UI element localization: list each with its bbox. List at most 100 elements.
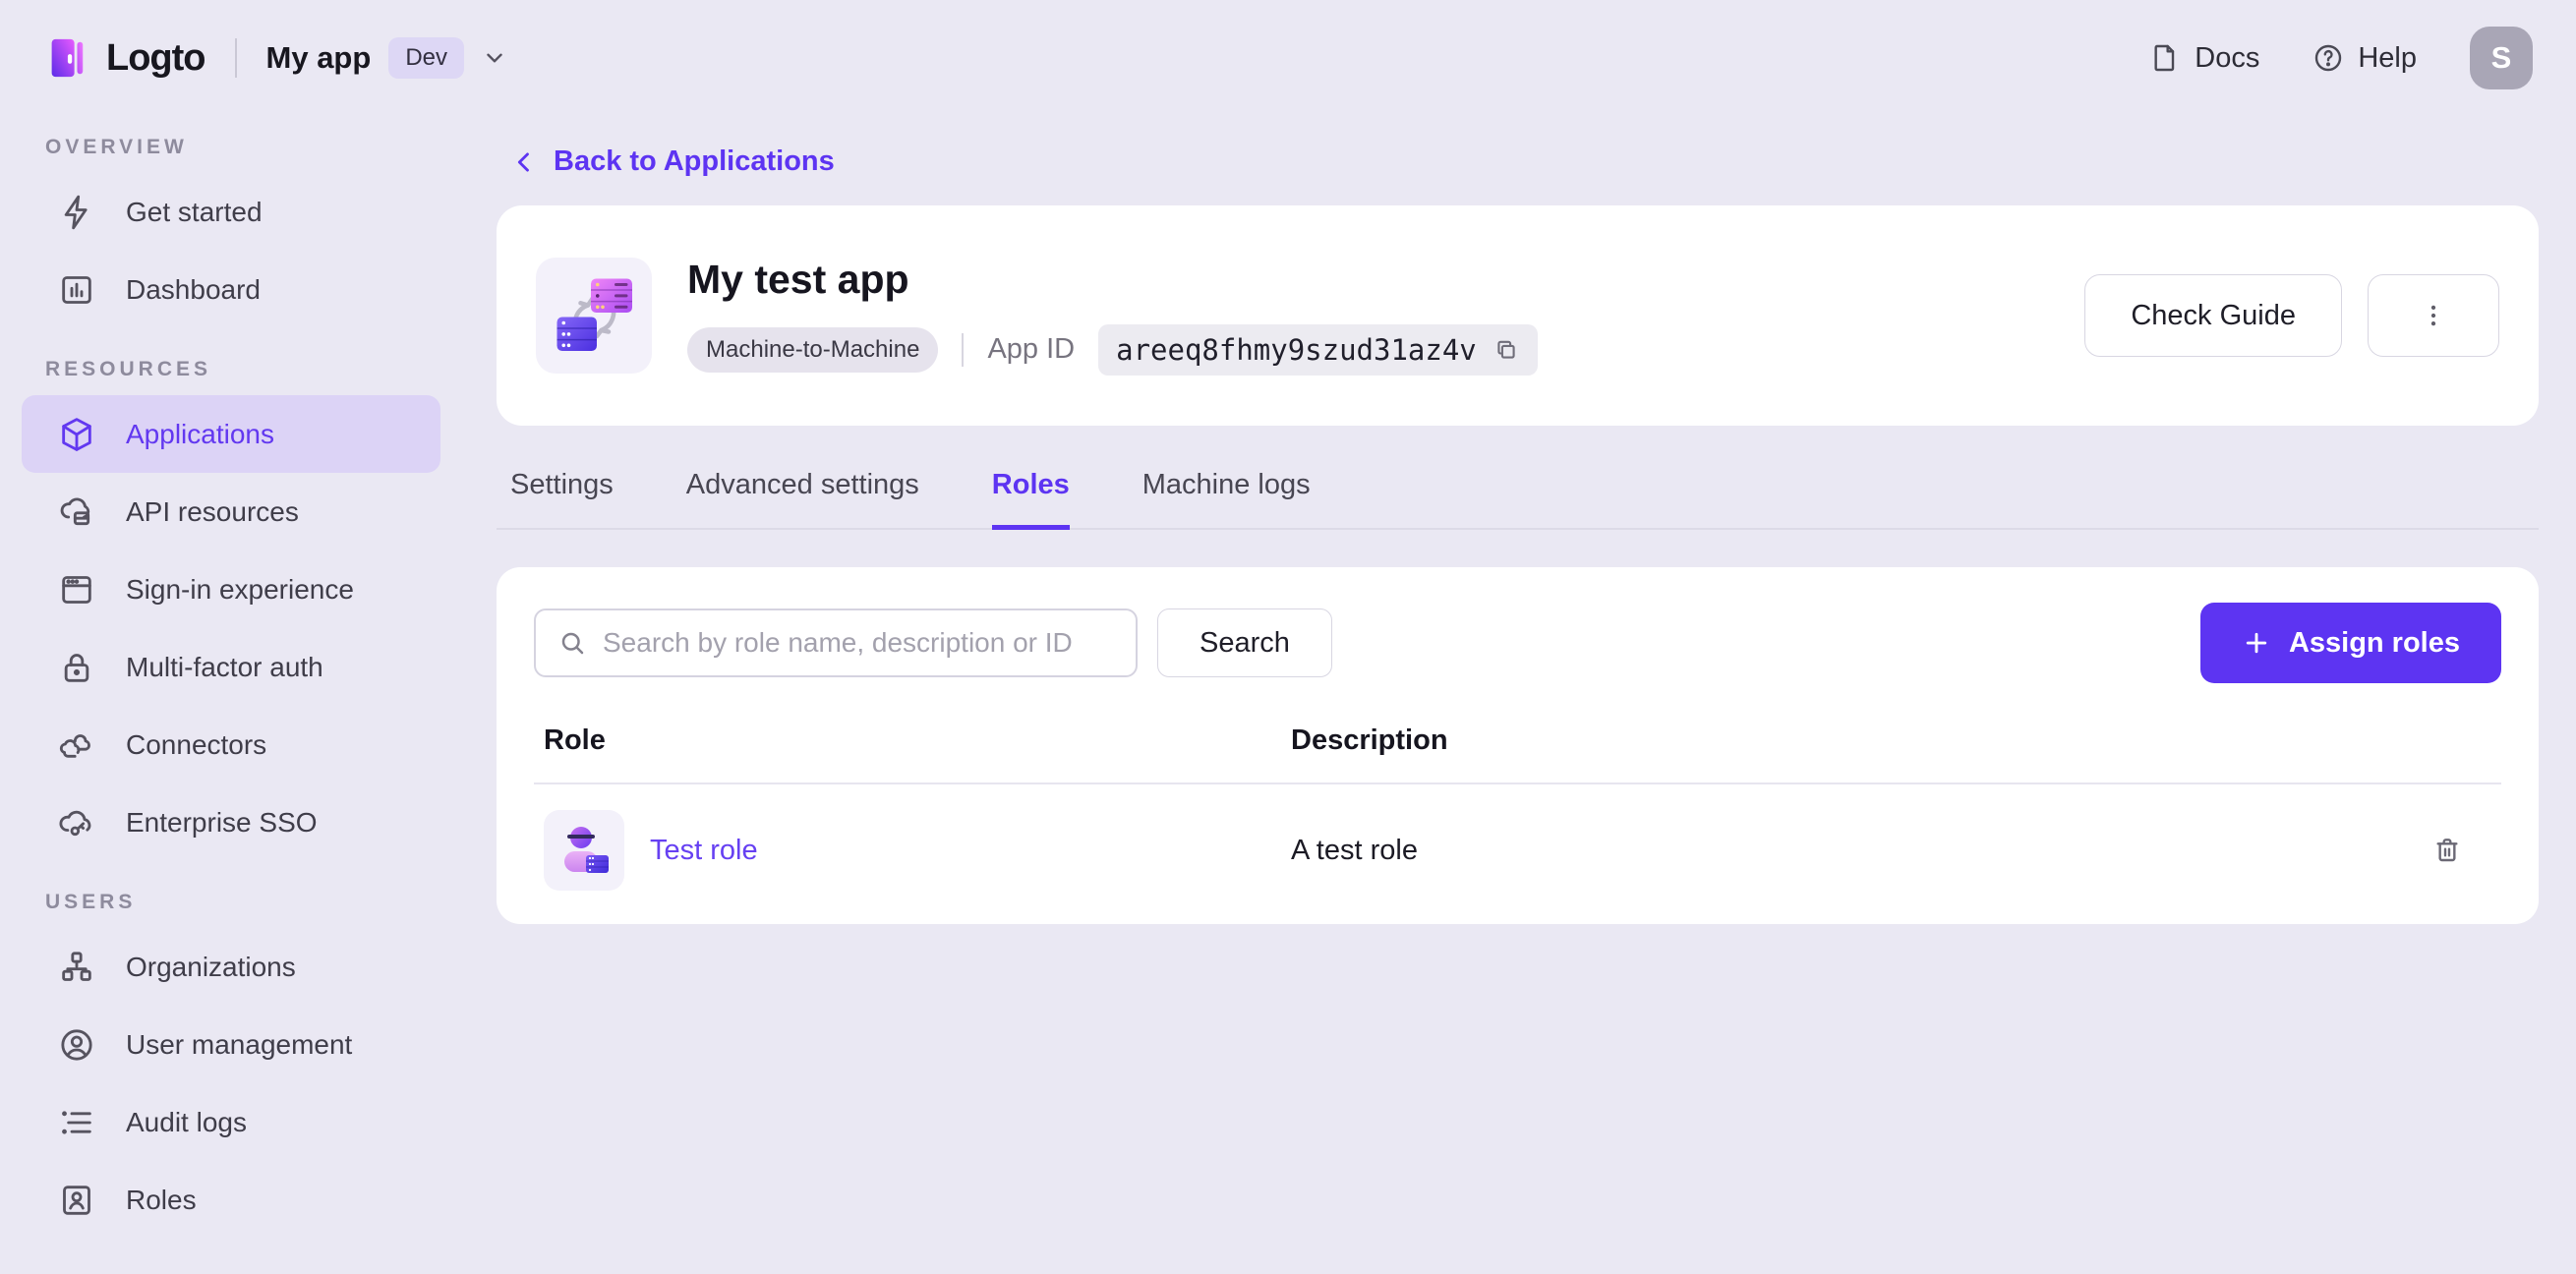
- sidebar-item-label: API resources: [126, 495, 299, 527]
- user-circle-icon: [57, 1025, 96, 1065]
- sidebar-item-user-management[interactable]: User management: [22, 1006, 440, 1083]
- logto-brand[interactable]: Logto: [43, 33, 206, 83]
- more-actions-button[interactable]: [2368, 274, 2499, 357]
- connectors-icon: [57, 725, 96, 765]
- env-badge: Dev: [388, 37, 464, 79]
- topbar: Logto My app Dev Docs Help S: [0, 0, 2576, 116]
- main-content: Back to Applications My test app Machine…: [462, 116, 2576, 1274]
- chevron-left-icon: [510, 148, 538, 176]
- sidebar-item-label: Enterprise SSO: [126, 806, 318, 838]
- kebab-icon: [2419, 301, 2448, 330]
- sidebar-item-label: Sign-in experience: [126, 573, 354, 605]
- app-info: My test app Machine-to-Machine App ID ar…: [687, 257, 1538, 376]
- table-row: Test role A test role: [534, 784, 2501, 891]
- app-header-card: My test app Machine-to-Machine App ID ar…: [497, 205, 2539, 426]
- cube-icon: [57, 415, 96, 454]
- browser-icon: [57, 570, 96, 609]
- list-icon: [57, 1103, 96, 1142]
- question-circle-icon: [2313, 42, 2344, 74]
- help-label: Help: [2358, 41, 2417, 74]
- roles-table: Role Description Test role A test role: [534, 724, 2501, 891]
- role-description: A test role: [1291, 834, 1418, 866]
- sidebar-item-roles[interactable]: Roles: [22, 1161, 440, 1239]
- docs-button[interactable]: Docs: [2149, 42, 2259, 75]
- app-id-chip[interactable]: areeq8fhmy9szud31az4v: [1098, 323, 1538, 376]
- sidebar-item-label: Connectors: [126, 728, 267, 760]
- sidebar-item-api-resources[interactable]: API resources: [22, 473, 440, 550]
- docs-label: Docs: [2195, 41, 2260, 74]
- search-button[interactable]: Search: [1157, 608, 1332, 677]
- sidebar-item-get-started[interactable]: Get started: [22, 173, 440, 251]
- assign-roles-label: Assign roles: [2288, 626, 2460, 659]
- lock-icon: [57, 648, 96, 687]
- sidebar-item-label: User management: [126, 1028, 353, 1060]
- role-search-input[interactable]: [603, 627, 1114, 659]
- trash-icon: [2431, 835, 2463, 866]
- role-avatar: [544, 810, 624, 891]
- user-avatar[interactable]: S: [2470, 27, 2533, 89]
- app-id-value: areeq8fhmy9szud31az4v: [1116, 332, 1477, 367]
- sidebar-item-dashboard[interactable]: Dashboard: [22, 251, 440, 328]
- sidebar-item-enterprise-sso[interactable]: Enterprise SSO: [22, 783, 440, 861]
- tab-bar: Settings Advanced settings Roles Machine…: [497, 469, 2539, 530]
- app-title: My test app: [687, 256, 909, 302]
- cloud-box-icon: [57, 492, 96, 532]
- sidebar-item-connectors[interactable]: Connectors: [22, 706, 440, 783]
- tab-roles[interactable]: Roles: [991, 469, 1070, 530]
- sidebar-item-label: Multi-factor auth: [126, 651, 323, 682]
- sidebar-item-label: Roles: [126, 1184, 197, 1215]
- section-label-overview: OVERVIEW: [45, 136, 188, 158]
- back-to-applications-link[interactable]: Back to Applications: [510, 145, 2539, 178]
- roles-toolbar: Search Assign roles: [534, 603, 2501, 683]
- delete-role-button[interactable]: [2420, 823, 2475, 878]
- app-actions: Check Guide: [2084, 274, 2499, 357]
- column-header-role: Role: [544, 724, 606, 756]
- topbar-divider: [234, 38, 237, 78]
- plus-icon: [2242, 628, 2271, 658]
- logto-wordmark: Logto: [106, 36, 206, 79]
- topbar-right: Docs Help S: [2149, 27, 2533, 89]
- tab-advanced-settings[interactable]: Advanced settings: [686, 469, 919, 530]
- logto-logo-icon: [43, 33, 88, 83]
- sidebar-item-multi-factor-auth[interactable]: Multi-factor auth: [22, 628, 440, 706]
- copy-icon[interactable]: [1493, 336, 1520, 364]
- role-search-box[interactable]: [534, 608, 1138, 677]
- roles-table-header: Role Description: [534, 724, 2501, 784]
- sidebar-item-label: Dashboard: [126, 273, 261, 305]
- app-logo: [536, 258, 652, 374]
- sidebar-item-label: Audit logs: [126, 1106, 247, 1137]
- sidebar-item-label: Applications: [126, 418, 274, 449]
- sidebar-item-applications[interactable]: Applications: [22, 395, 440, 473]
- assign-roles-button[interactable]: Assign roles: [2199, 603, 2501, 683]
- app-switcher-name: My app: [265, 40, 372, 75]
- help-button[interactable]: Help: [2313, 42, 2417, 75]
- org-chart-icon: [57, 948, 96, 987]
- column-header-description: Description: [1291, 724, 1448, 756]
- section-label-resources: RESOURCES: [45, 358, 212, 380]
- sidebar-item-label: Get started: [126, 196, 263, 227]
- sidebar-item-label: Organizations: [126, 951, 296, 982]
- sidebar-item-organizations[interactable]: Organizations: [22, 928, 440, 1006]
- id-card-icon: [57, 1181, 96, 1220]
- tab-machine-logs[interactable]: Machine logs: [1142, 469, 1311, 530]
- sidebar-item-sign-in-experience[interactable]: Sign-in experience: [22, 550, 440, 628]
- role-cell: Test role: [544, 810, 1291, 891]
- sidebar: OVERVIEW Get started Dashboard RESOURCES: [0, 116, 462, 1274]
- meta-divider: [962, 332, 965, 367]
- tab-settings[interactable]: Settings: [510, 469, 614, 530]
- sidebar-item-audit-logs[interactable]: Audit logs: [22, 1083, 440, 1161]
- lightning-icon: [57, 193, 96, 232]
- document-icon: [2149, 42, 2181, 74]
- app-meta: Machine-to-Machine App ID areeq8fhmy9szu…: [687, 323, 1538, 376]
- app-type-badge: Machine-to-Machine: [687, 326, 939, 373]
- back-link-label: Back to Applications: [554, 145, 835, 177]
- section-label-users: USERS: [45, 891, 137, 913]
- app-id-label: App ID: [987, 333, 1076, 365]
- search-icon: [557, 628, 587, 658]
- chevron-down-icon: [482, 45, 507, 71]
- roles-panel-card: Search Assign roles Role Description: [497, 567, 2539, 924]
- bar-chart-icon: [57, 270, 96, 310]
- role-name-link[interactable]: Test role: [650, 835, 758, 867]
- app-switcher[interactable]: My app Dev: [266, 37, 507, 79]
- check-guide-button[interactable]: Check Guide: [2084, 274, 2342, 357]
